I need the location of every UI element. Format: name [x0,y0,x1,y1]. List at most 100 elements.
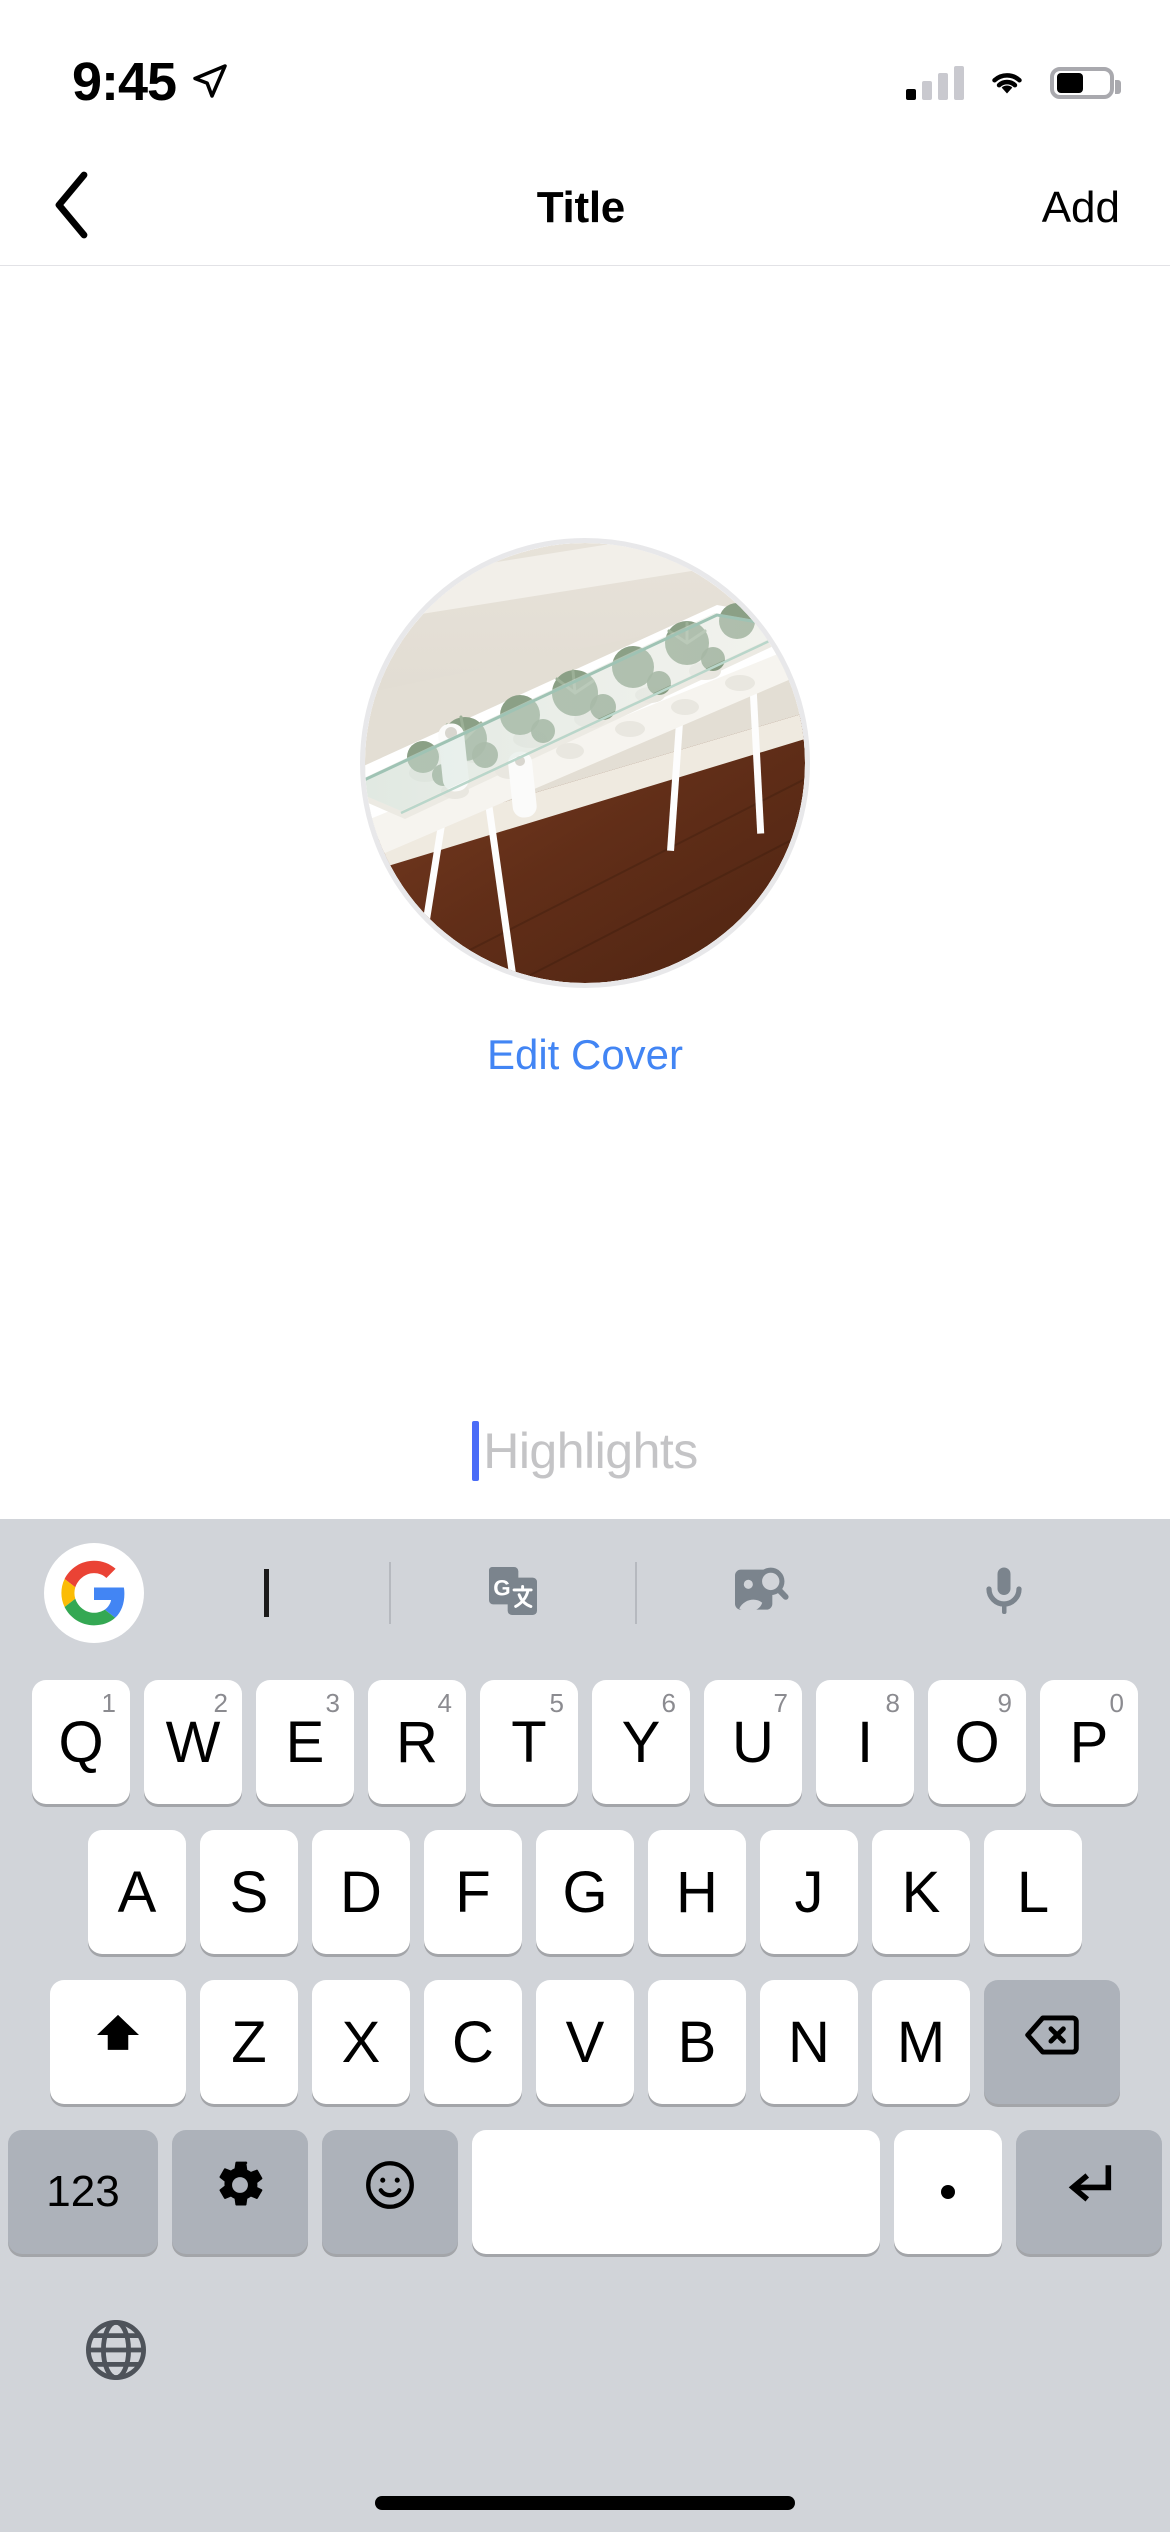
google-translate-icon: G [481,1559,545,1628]
key-t[interactable]: 5T [480,1680,578,1804]
key-label: I [856,1709,874,1775]
key-label: W [165,1709,221,1775]
key-n[interactable]: N [760,1980,858,2104]
keyboard-row-2: A S D F G H J K L [8,1817,1162,1967]
shift-key[interactable] [50,1980,186,2104]
key-num-hint: 4 [437,1688,452,1718]
key-l[interactable]: L [984,1830,1082,1954]
key-label: U [732,1709,774,1775]
text-caret [472,1421,480,1481]
key-num-hint: 1 [101,1688,116,1718]
key-m[interactable]: M [872,1980,970,2104]
wifi-icon [984,64,1030,103]
key-e[interactable]: 3E [256,1680,354,1804]
key-s[interactable]: S [200,1830,298,1954]
navigation-bar: Title Add [0,150,1170,266]
key-label: O [954,1709,1000,1775]
sticker-image-search-icon [727,1559,791,1628]
status-bar: 9:45 [0,0,1170,150]
shift-arrow-icon [90,2007,146,2077]
key-d[interactable]: D [312,1830,410,1954]
key-num-hint: 8 [885,1688,900,1718]
key-f[interactable]: F [424,1830,522,1954]
key-w[interactable]: 2W [144,1680,242,1804]
key-i[interactable]: 8I [816,1680,914,1804]
key-y[interactable]: 6Y [592,1680,690,1804]
key-q[interactable]: 1Q [32,1680,130,1804]
voice-input-button[interactable] [882,1561,1127,1626]
key-k[interactable]: K [872,1830,970,1954]
battery-icon [1050,67,1121,99]
key-num-hint: 0 [1109,1688,1124,1718]
content-area: Edit Cover Highlights [0,266,1170,1519]
highlight-title-input[interactable]: Highlights [0,1421,1170,1481]
key-x[interactable]: X [312,1980,410,2104]
edit-cover-button[interactable]: Edit Cover [0,1031,1170,1079]
gboard-keyboard: G 1 Q 2 W 3 E 4 R 5 T 6 Y 7 U 8 I 9 O 0 … [0,1519,1170,2532]
key-h[interactable]: H [648,1830,746,1954]
numeric-switch-key[interactable]: 123 [8,2130,158,2254]
key-p[interactable]: 0P [1040,1680,1138,1804]
highlight-title-placeholder: Highlights [483,1423,698,1479]
status-bar-clock: 9:45 [72,52,177,112]
key-label: Q [58,1709,104,1775]
key-u[interactable]: 7U [704,1680,802,1804]
key-label: R [396,1709,438,1775]
key-num-hint: 6 [661,1688,676,1718]
keyboard-bottom-bar [0,2267,1170,2437]
translate-button[interactable]: G [391,1559,636,1628]
key-r[interactable]: 4R [368,1680,466,1804]
keyboard-row-1: 1Q 2W 3E 4R 5T 6Y 7U 8I 9O 0P [8,1667,1162,1817]
key-label: E [285,1709,325,1775]
key-c[interactable]: C [424,1980,522,2104]
back-button[interactable] [50,171,120,244]
key-j[interactable]: J [760,1830,858,1954]
key-label: Y [621,1709,661,1775]
status-bar-left: 9:45 [72,37,230,113]
chevron-left-icon [50,171,94,244]
key-num-hint: 3 [325,1688,340,1718]
backspace-delete-icon [1021,2004,1083,2080]
key-label: T [511,1709,547,1775]
key-v[interactable]: V [536,1980,634,2104]
page-title: Title [536,182,625,232]
key-g[interactable]: G [536,1830,634,1954]
key-num-hint: 7 [773,1688,788,1718]
key-label: P [1069,1709,1109,1775]
keyboard-rows: 1Q 2W 3E 4R 5T 6Y 7U 8I 9O 0P A S D F G … [0,1667,1170,2267]
keyboard-toolbar: G [0,1519,1170,1667]
key-num-hint: 2 [213,1688,228,1718]
text-cursor-icon [263,1569,269,1617]
period-key[interactable] [894,2130,1002,2254]
cover-photo [365,543,805,983]
smiley-face-icon [361,2156,419,2228]
gear-icon [212,2157,268,2227]
highlight-cover-avatar[interactable] [360,538,810,988]
spacebar-key[interactable] [472,2130,880,2254]
google-g-logo-icon[interactable] [44,1543,144,1643]
location-arrow-icon [190,45,230,106]
key-num-hint: 5 [549,1688,564,1718]
key-o[interactable]: 9O [928,1680,1026,1804]
emoji-key[interactable] [322,2130,458,2254]
home-indicator [375,2496,795,2510]
key-num-hint: 9 [997,1688,1012,1718]
key-a[interactable]: A [88,1830,186,1954]
phone-screen: 9:45 Title Add Edit Cover Highlights G 1… [0,0,1170,2532]
keyboard-row-4: 123 [8,2117,1162,2267]
key-b[interactable]: B [648,1980,746,2104]
add-button[interactable]: Add [1042,183,1120,233]
microphone-icon [974,1561,1034,1626]
enter-key[interactable] [1016,2130,1162,2254]
return-enter-icon [1060,2156,1118,2228]
keyboard-settings-key[interactable] [172,2130,308,2254]
backspace-key[interactable] [984,1980,1120,2104]
cellular-signal-icon [906,66,964,100]
clipboard-slot[interactable] [144,1569,389,1617]
key-z[interactable]: Z [200,1980,298,2104]
sticker-search-button[interactable] [637,1559,882,1628]
globe-language-icon[interactable] [80,2314,152,2391]
status-bar-right [906,48,1121,103]
period-dot [941,2185,955,2199]
svg-text:G: G [493,1575,510,1600]
